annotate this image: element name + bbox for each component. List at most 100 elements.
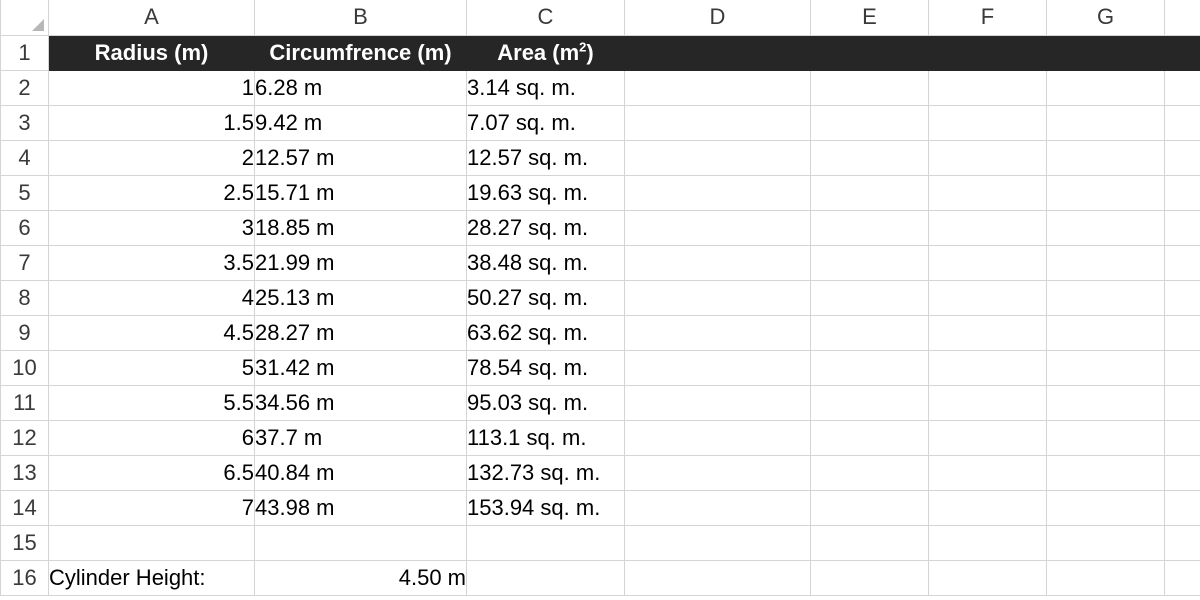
cell[interactable] xyxy=(1046,314,1165,351)
cell[interactable] xyxy=(466,524,625,561)
cell[interactable] xyxy=(1164,209,1200,246)
column-header-c[interactable]: C xyxy=(466,0,625,36)
cell[interactable] xyxy=(624,454,811,491)
cell[interactable] xyxy=(624,104,811,141)
cell[interactable] xyxy=(1164,279,1200,316)
cell[interactable] xyxy=(928,349,1047,386)
header-radius[interactable]: Radius (m) xyxy=(48,34,255,71)
radius-cell[interactable]: 1 xyxy=(48,69,255,106)
circumference-cell[interactable]: 21.99 m xyxy=(254,244,467,281)
cell[interactable] xyxy=(48,524,255,561)
select-all-corner[interactable] xyxy=(0,0,49,36)
cell[interactable] xyxy=(254,524,467,561)
cell[interactable] xyxy=(928,209,1047,246)
circumference-cell[interactable]: 12.57 m xyxy=(254,139,467,176)
cell[interactable] xyxy=(1164,419,1200,456)
cell[interactable] xyxy=(1046,384,1165,421)
cell[interactable] xyxy=(810,139,929,176)
cell[interactable] xyxy=(810,454,929,491)
row-header-2[interactable]: 2 xyxy=(0,69,49,106)
cell[interactable] xyxy=(466,559,625,596)
radius-cell[interactable]: 4.5 xyxy=(48,314,255,351)
circumference-cell[interactable]: 18.85 m xyxy=(254,209,467,246)
cell[interactable] xyxy=(1046,419,1165,456)
radius-cell[interactable]: 3.5 xyxy=(48,244,255,281)
cell[interactable] xyxy=(1164,34,1200,71)
cell[interactable] xyxy=(810,489,929,526)
cell[interactable] xyxy=(928,559,1047,596)
area-cell[interactable]: 95.03 sq. m. xyxy=(466,384,625,421)
cell[interactable] xyxy=(810,419,929,456)
area-cell[interactable]: 113.1 sq. m. xyxy=(466,419,625,456)
area-cell[interactable]: 12.57 sq. m. xyxy=(466,139,625,176)
header-area[interactable]: Area (m2) xyxy=(466,34,625,71)
row-header-7[interactable]: 7 xyxy=(0,244,49,281)
cell[interactable] xyxy=(928,419,1047,456)
cell[interactable] xyxy=(928,104,1047,141)
cell[interactable] xyxy=(1046,524,1165,561)
cell[interactable] xyxy=(624,279,811,316)
row-header-11[interactable]: 11 xyxy=(0,384,49,421)
cell[interactable] xyxy=(624,384,811,421)
radius-cell[interactable]: 3 xyxy=(48,209,255,246)
cell[interactable] xyxy=(928,34,1047,71)
area-cell[interactable]: 3.14 sq. m. xyxy=(466,69,625,106)
cell[interactable] xyxy=(1164,349,1200,386)
cylinder-height-label[interactable]: Cylinder Height: xyxy=(48,559,255,596)
cell[interactable] xyxy=(1164,139,1200,176)
cell[interactable] xyxy=(928,454,1047,491)
row-header-9[interactable]: 9 xyxy=(0,314,49,351)
circumference-cell[interactable]: 6.28 m xyxy=(254,69,467,106)
cell[interactable] xyxy=(810,69,929,106)
cell[interactable] xyxy=(1046,349,1165,386)
circumference-cell[interactable]: 15.71 m xyxy=(254,174,467,211)
circumference-cell[interactable]: 43.98 m xyxy=(254,489,467,526)
column-header-g[interactable]: G xyxy=(1046,0,1165,36)
area-cell[interactable]: 50.27 sq. m. xyxy=(466,279,625,316)
cell[interactable] xyxy=(810,209,929,246)
radius-cell[interactable]: 5.5 xyxy=(48,384,255,421)
circumference-cell[interactable]: 37.7 m xyxy=(254,419,467,456)
cell[interactable] xyxy=(624,524,811,561)
row-header-6[interactable]: 6 xyxy=(0,209,49,246)
cell[interactable] xyxy=(1164,524,1200,561)
cell[interactable] xyxy=(810,349,929,386)
cell[interactable] xyxy=(624,559,811,596)
cell[interactable] xyxy=(624,69,811,106)
radius-cell[interactable]: 7 xyxy=(48,489,255,526)
column-header-a[interactable]: A xyxy=(48,0,255,36)
cell[interactable] xyxy=(928,279,1047,316)
radius-cell[interactable]: 2 xyxy=(48,139,255,176)
cell[interactable] xyxy=(1046,209,1165,246)
cell[interactable] xyxy=(928,174,1047,211)
cell[interactable] xyxy=(624,139,811,176)
circumference-cell[interactable]: 25.13 m xyxy=(254,279,467,316)
cell[interactable] xyxy=(928,314,1047,351)
cell[interactable] xyxy=(810,279,929,316)
cell[interactable] xyxy=(1164,244,1200,281)
cell[interactable] xyxy=(1046,174,1165,211)
cell[interactable] xyxy=(1046,559,1165,596)
area-cell[interactable]: 7.07 sq. m. xyxy=(466,104,625,141)
radius-cell[interactable]: 5 xyxy=(48,349,255,386)
cell[interactable] xyxy=(928,139,1047,176)
column-header-b[interactable]: B xyxy=(254,0,467,36)
area-cell[interactable]: 63.62 sq. m. xyxy=(466,314,625,351)
row-header-12[interactable]: 12 xyxy=(0,419,49,456)
row-header-10[interactable]: 10 xyxy=(0,349,49,386)
column-header-e[interactable]: E xyxy=(810,0,929,36)
cell[interactable] xyxy=(1046,34,1165,71)
cell[interactable] xyxy=(1046,454,1165,491)
cell[interactable] xyxy=(1164,384,1200,421)
radius-cell[interactable]: 6 xyxy=(48,419,255,456)
cell[interactable] xyxy=(928,69,1047,106)
radius-cell[interactable]: 4 xyxy=(48,279,255,316)
cell[interactable] xyxy=(624,419,811,456)
row-header-4[interactable]: 4 xyxy=(0,139,49,176)
row-header-13[interactable]: 13 xyxy=(0,454,49,491)
area-cell[interactable]: 78.54 sq. m. xyxy=(466,349,625,386)
cylinder-height-value[interactable]: 4.50 m xyxy=(254,559,467,596)
row-header-5[interactable]: 5 xyxy=(0,174,49,211)
column-header-partial[interactable] xyxy=(1164,0,1200,36)
cell[interactable] xyxy=(1164,174,1200,211)
